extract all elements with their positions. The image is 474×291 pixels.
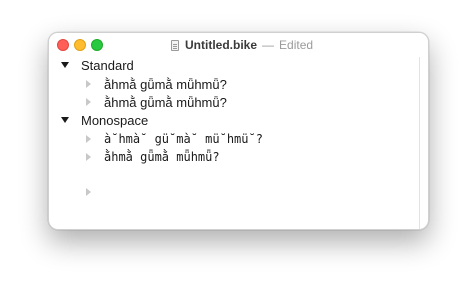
- outline-row-standard[interactable]: Standard: [61, 56, 134, 74]
- outline-row-label[interactable]: ằhmằ gǖmằ mǖhmǖ?: [104, 95, 227, 110]
- outline-row-monospace-child-1[interactable]: à˘hmà˘ gü˘mà˘ mü˘hmü˘?: [86, 130, 263, 148]
- outline-row-empty[interactable]: [86, 183, 104, 201]
- scrollbar[interactable]: [419, 57, 420, 229]
- outline-row-monospace[interactable]: Monospace: [61, 111, 148, 129]
- disclosure-down-icon[interactable]: [61, 117, 69, 123]
- bullet-right-icon[interactable]: [86, 188, 91, 196]
- outline-row-standard-child-2[interactable]: ằhmằ gǖmằ mǖhmǖ?: [86, 93, 227, 111]
- bullet-right-icon[interactable]: [86, 135, 91, 143]
- outline-editor[interactable]: Standard ằhmằ gǖmằ mǖhmǖ? ằhmằ gǖmằ mǖhm…: [49, 33, 428, 229]
- bullet-right-icon[interactable]: [86, 80, 91, 88]
- outline-row-monospace-child-2[interactable]: ằhmằ gǖmằ mǖhmǖ?: [86, 148, 220, 166]
- outline-row-standard-child-1[interactable]: ằhmằ gǖmằ mǖhmǖ?: [86, 75, 227, 93]
- outline-row-label[interactable]: à˘hmà˘ gü˘mà˘ mü˘hmü˘?: [104, 132, 263, 146]
- outline-row-label[interactable]: ằhmằ gǖmằ mǖhmǖ?: [104, 150, 220, 164]
- outline-row-label[interactable]: Monospace: [81, 113, 148, 128]
- document-window: Untitled.bike — Edited Standard ằhmằ gǖm…: [48, 32, 429, 230]
- disclosure-down-icon[interactable]: [61, 62, 69, 68]
- bullet-right-icon[interactable]: [86, 153, 91, 161]
- bullet-right-icon[interactable]: [86, 98, 91, 106]
- outline-row-label[interactable]: ằhmằ gǖmằ mǖhmǖ?: [104, 77, 227, 92]
- outline-row-label[interactable]: Standard: [81, 58, 134, 73]
